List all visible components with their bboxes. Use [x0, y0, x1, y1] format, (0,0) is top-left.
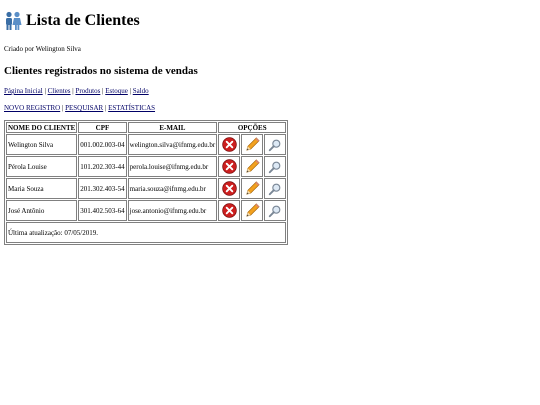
table-row: Maria Souza 201.302.403-54 maria.souza@ifn… [6, 178, 287, 199]
nav-separator: | [44, 87, 46, 95]
table-footer-row: Última atualização: 07/05/2019. [6, 222, 287, 243]
pencil-icon [243, 202, 261, 219]
header-cpf: CPF [78, 122, 127, 133]
view-button[interactable] [264, 178, 287, 199]
action-nav: NOVO REGISTRO | PESQUISAR | ESTATÍSTICAS [4, 104, 540, 112]
table-row: Welington Silva 001.002.003-04 welington.s… [6, 134, 287, 155]
nav-link-home[interactable]: Página Inicial [4, 87, 43, 95]
main-nav: Página Inicial | Clientes | Produtos | E… [4, 87, 540, 95]
header-options: OPÇÕES [218, 122, 287, 133]
cell-cpf: 101.202.303-44 [78, 156, 127, 177]
table-row: Pérola Louise 101.202.303-44 perola.louise… [6, 156, 287, 177]
table-header-row: NOME DO CLIENTE CPF E-MAIL OPÇÕES [6, 122, 287, 133]
pencil-icon [243, 136, 261, 153]
clients-table: NOME DO CLIENTE CPF E-MAIL OPÇÕES Weling… [4, 120, 289, 245]
page: Lista de Clientes Criado por Welington S… [0, 0, 540, 245]
delete-button[interactable] [218, 178, 241, 199]
nav-separator: | [72, 87, 74, 95]
statistics-link[interactable]: ESTATÍSTICAS [108, 104, 155, 112]
new-record-link[interactable]: NOVO REGISTRO [4, 104, 60, 112]
delete-icon [220, 203, 238, 218]
cell-email: maria.souza@ifnmg.edu.br [127, 178, 218, 199]
delete-button[interactable] [218, 200, 241, 221]
nav-separator: | [61, 104, 64, 112]
view-button[interactable] [264, 134, 287, 155]
delete-icon [220, 181, 238, 196]
section-title: Clientes registrados no sistema de venda… [4, 65, 198, 77]
header-name: NOME DO CLIENTE [6, 122, 78, 133]
cell-client-name: Pérola Louise [6, 156, 78, 177]
delete-icon [220, 159, 238, 174]
header-email: E-MAIL [127, 122, 218, 133]
page-title: Lista de Clientes [26, 12, 140, 29]
magnifier-icon [266, 182, 284, 196]
edit-button[interactable] [241, 134, 264, 155]
cell-client-name: José Antônio [6, 200, 78, 221]
delete-icon [220, 137, 238, 152]
cell-cpf: 001.002.003-04 [78, 134, 127, 155]
magnifier-icon [266, 160, 284, 174]
search-link[interactable]: PESQUISAR [65, 104, 103, 112]
magnifier-icon [266, 138, 284, 152]
edit-button[interactable] [241, 156, 264, 177]
last-update-text: Última atualização: 07/05/2019. [6, 222, 287, 243]
cell-email: perola.louise@ifnmg.edu.br [127, 156, 218, 177]
nav-link-products[interactable]: Produtos [75, 87, 100, 95]
cell-client-name: Welington Silva [6, 134, 78, 155]
pencil-icon [243, 180, 261, 197]
credit-text: Criado por Welington Silva [4, 45, 81, 53]
edit-button[interactable] [241, 200, 264, 221]
cell-email: welington.silva@ifnmg.edu.br [127, 134, 218, 155]
nav-link-clients[interactable]: Clientes [48, 87, 71, 95]
pencil-icon [243, 158, 261, 175]
delete-button[interactable] [218, 156, 241, 177]
nav-separator: | [104, 104, 107, 112]
table-row: José Antônio 301.402.503-64 jose.antonio@i… [6, 200, 287, 221]
magnifier-icon [266, 204, 284, 218]
nav-link-stock[interactable]: Estoque [105, 87, 128, 95]
view-button[interactable] [264, 156, 287, 177]
cell-cpf: 301.402.503-64 [78, 200, 127, 221]
people-icon [6, 11, 22, 30]
nav-separator: | [102, 87, 104, 95]
edit-button[interactable] [241, 178, 264, 199]
nav-link-balance[interactable]: Saldo [133, 87, 149, 95]
view-button[interactable] [264, 200, 287, 221]
title-row: Lista de Clientes [4, 7, 540, 35]
cell-client-name: Maria Souza [6, 178, 78, 199]
nav-separator: | [129, 87, 131, 95]
cell-email: jose.antonio@ifnmg.edu.br [127, 200, 218, 221]
cell-cpf: 201.302.403-54 [78, 178, 127, 199]
delete-button[interactable] [218, 134, 241, 155]
